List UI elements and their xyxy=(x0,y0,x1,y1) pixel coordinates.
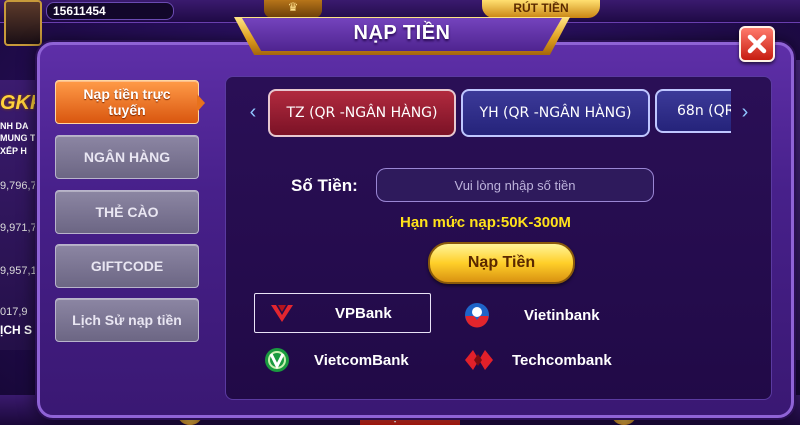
channel-tab-label: TZ (QR -NGÂN HÀNG) xyxy=(286,105,438,121)
avatar[interactable] xyxy=(4,0,42,46)
amount-input[interactable] xyxy=(376,168,654,202)
chevron-left-icon[interactable]: ‹ xyxy=(246,101,260,123)
close-button[interactable] xyxy=(739,26,775,62)
nav-giftcode[interactable]: GIFTCODE xyxy=(55,244,199,288)
vietcombank-logo-icon xyxy=(262,345,292,375)
nav-online-deposit[interactable]: Nạp tiền trực tuyến xyxy=(55,80,199,124)
bank-option-vietcombank[interactable]: VietcomBank xyxy=(262,341,437,379)
nav-deposit-history[interactable]: Lịch Sử nạp tiền xyxy=(55,298,199,342)
nav-active-indicator xyxy=(197,94,205,112)
nav-label: Nạp tiền trực tuyến xyxy=(83,86,171,118)
nav-scratch-card[interactable]: THẺ CÀO xyxy=(55,190,199,234)
crown-icon[interactable]: ♛ xyxy=(264,0,322,18)
amount-label: Số Tiền: xyxy=(291,176,358,195)
submit-label: Nạp Tiền xyxy=(467,254,536,271)
balance-display: 15611454 xyxy=(46,2,174,20)
vpbank-logo-icon xyxy=(267,298,297,328)
chevron-right-icon[interactable]: › xyxy=(738,101,752,123)
nav-bank[interactable]: NGÂN HÀNG xyxy=(55,135,199,179)
bank-name: VietcomBank xyxy=(314,351,409,369)
channel-tab-tz[interactable]: TZ (QR -NGÂN HÀNG) xyxy=(268,89,456,137)
bank-option-vietinbank[interactable]: Vietinbank xyxy=(462,296,632,334)
channel-tab-68n[interactable]: 68n (QR xyxy=(655,89,731,133)
modal-title: NẠP TIỀN xyxy=(353,22,451,44)
channel-tab-yh[interactable]: YH (QR -NGÂN HÀNG) xyxy=(461,89,650,137)
channel-tab-label: YH (QR -NGÂN HÀNG) xyxy=(479,105,632,121)
vietinbank-logo-icon xyxy=(462,300,492,330)
bank-name: VPBank xyxy=(335,304,392,322)
nav-label: Lịch Sử nạp tiền xyxy=(72,312,182,328)
bank-name: Vietinbank xyxy=(524,306,600,324)
deposit-limit-text: Hạn mức nạp:50K-300M xyxy=(400,214,571,231)
channel-tab-label: 68n (QR xyxy=(677,103,731,119)
bank-name: Techcombank xyxy=(512,351,612,369)
nav-label: THẺ CÀO xyxy=(95,204,159,220)
deposit-submit-button[interactable]: Nạp Tiền xyxy=(428,242,575,284)
nav-label: GIFTCODE xyxy=(90,258,164,274)
close-x-icon xyxy=(747,34,767,54)
bank-option-techcombank[interactable]: Techcombank xyxy=(464,341,634,379)
nav-label: NGÂN HÀNG xyxy=(83,149,171,165)
bank-option-vpbank[interactable]: VPBank xyxy=(254,293,431,333)
techcombank-logo-icon xyxy=(464,345,494,375)
withdraw-button[interactable]: RÚT TIỀN xyxy=(482,0,600,18)
